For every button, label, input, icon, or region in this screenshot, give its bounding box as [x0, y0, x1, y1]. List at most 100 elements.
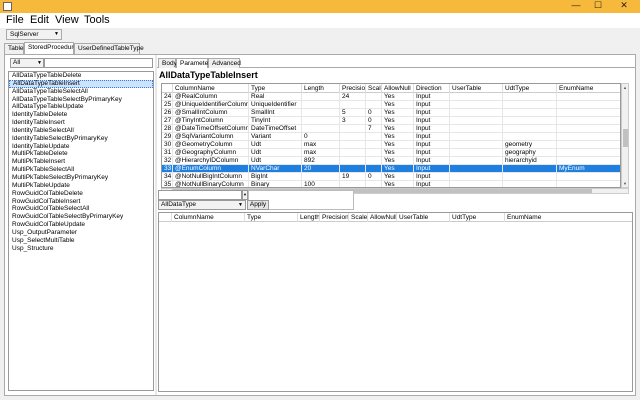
column-header[interactable]: UserTable: [397, 213, 450, 222]
table-cell[interactable]: Yes: [382, 133, 414, 141]
menu-file[interactable]: File: [6, 14, 24, 27]
column-header[interactable]: EnumName: [505, 213, 632, 222]
menu-tools[interactable]: Tools: [84, 14, 110, 27]
table-cell[interactable]: [503, 181, 557, 187]
list-item[interactable]: Usp_Structure: [9, 245, 153, 253]
list-item[interactable]: MultiPkTableInsert: [9, 158, 153, 166]
table-cell[interactable]: [366, 141, 382, 149]
table-cell[interactable]: @GeometryColumn: [173, 141, 249, 149]
tab-stored-procedure[interactable]: StoredProcedure: [24, 42, 77, 54]
table-cell[interactable]: [450, 133, 503, 141]
list-item[interactable]: RowGuidColTableSelectByPrimaryKey: [9, 213, 153, 221]
table-cell[interactable]: [302, 101, 340, 109]
table-cell[interactable]: Input: [414, 181, 450, 187]
table-cell[interactable]: 5: [340, 109, 366, 117]
column-header[interactable]: Type: [249, 84, 302, 93]
table-cell[interactable]: @GeographyColumn: [173, 149, 249, 157]
close-button[interactable]: ✕: [610, 0, 638, 11]
table-cell[interactable]: NVarChar: [249, 165, 302, 173]
list-item[interactable]: IdentityTableDelete: [9, 111, 153, 119]
list-item[interactable]: AllDataTypeTableInsert: [9, 79, 153, 88]
table-cell[interactable]: [340, 133, 366, 141]
table-cell[interactable]: Yes: [382, 173, 414, 181]
table-cell[interactable]: MyEnum: [557, 165, 620, 173]
column-header[interactable]: Scale: [366, 84, 382, 93]
list-item[interactable]: MultiPkTableSelectAll: [9, 166, 153, 174]
table-cell[interactable]: Input: [414, 117, 450, 125]
table-cell[interactable]: Input: [414, 93, 450, 101]
table-cell[interactable]: [450, 157, 503, 165]
table-cell[interactable]: 30: [162, 141, 173, 149]
table-cell[interactable]: Input: [414, 141, 450, 149]
search-input[interactable]: [44, 58, 153, 68]
tab-user-defined-table-type[interactable]: UserDefinedTableType: [74, 43, 144, 54]
column-header[interactable]: AllowNull: [382, 84, 414, 93]
table-cell[interactable]: [450, 109, 503, 117]
table-cell[interactable]: Input: [414, 157, 450, 165]
table-row[interactable]: 35 @NotNullBinaryColumn Binary 100 Yes Input: [162, 181, 620, 187]
vertical-scrollbar[interactable]: ▲ ▼: [621, 83, 629, 188]
table-cell[interactable]: 20: [302, 165, 340, 173]
list-item[interactable]: AllDataTypeTableUpdate: [9, 103, 153, 111]
column-header[interactable]: ColumnName: [172, 213, 245, 222]
scroll-thumb[interactable]: [623, 129, 628, 147]
table-cell[interactable]: [557, 117, 620, 125]
table-cell[interactable]: 0: [302, 133, 340, 141]
table-cell[interactable]: 27: [162, 117, 173, 125]
table-row[interactable]: 27 @TinyIntColumn TinyInt 3 0 Yes Input: [162, 117, 620, 125]
table-cell[interactable]: [503, 93, 557, 101]
table-cell[interactable]: 28: [162, 125, 173, 133]
table-cell[interactable]: Udt: [249, 141, 302, 149]
table-cell[interactable]: 892: [302, 157, 340, 165]
table-cell[interactable]: UniqueIdentifier: [249, 101, 302, 109]
table-row[interactable]: 26 @SmallIntColumn SmallInt 5 0 Yes Input: [162, 109, 620, 117]
list-item[interactable]: Usp_SelectMultiTable: [9, 237, 153, 245]
table-cell[interactable]: [557, 181, 620, 187]
table-cell[interactable]: 34: [162, 173, 173, 181]
table-cell[interactable]: 7: [366, 125, 382, 133]
column-header[interactable]: [159, 213, 172, 222]
table-cell[interactable]: [557, 149, 620, 157]
table-cell[interactable]: 3: [340, 117, 366, 125]
apply-button[interactable]: Apply: [247, 200, 269, 210]
table-cell[interactable]: Input: [414, 173, 450, 181]
list-item[interactable]: MultiPkTableDelete: [9, 150, 153, 158]
tab-advanced[interactable]: Advanced: [208, 58, 241, 68]
table-cell[interactable]: [340, 125, 366, 133]
list-item[interactable]: MultiPkTableUpdate: [9, 182, 153, 190]
table-row[interactable]: 33 @EnumColumn NVarChar 20 Yes Input MyEnum: [162, 165, 620, 173]
table-cell[interactable]: Yes: [382, 125, 414, 133]
table-cell[interactable]: @SqlVariantColumn: [173, 133, 249, 141]
list-item[interactable]: Usp_OutputParameter: [9, 229, 153, 237]
table-cell[interactable]: [503, 125, 557, 133]
table-cell[interactable]: Yes: [382, 149, 414, 157]
list-item[interactable]: RowGuidColTableSelectAll: [9, 205, 153, 213]
list-item[interactable]: MultiPkTableSelectByPrimaryKey: [9, 174, 153, 182]
table-cell[interactable]: Udt: [249, 149, 302, 157]
table-cell[interactable]: [503, 173, 557, 181]
table-cell[interactable]: [302, 93, 340, 101]
table-cell[interactable]: geometry: [503, 141, 557, 149]
table-cell[interactable]: 19: [340, 173, 366, 181]
table-cell[interactable]: Yes: [382, 165, 414, 173]
table-cell[interactable]: [503, 109, 557, 117]
column-header[interactable]: UdtType: [503, 84, 557, 93]
table-row[interactable]: 29 @SqlVariantColumn Variant 0 Yes Input: [162, 133, 620, 141]
table-cell[interactable]: Yes: [382, 157, 414, 165]
table-cell[interactable]: [557, 125, 620, 133]
table-cell[interactable]: geography: [503, 149, 557, 157]
table-cell[interactable]: [450, 181, 503, 187]
table-cell[interactable]: [366, 181, 382, 187]
column-header[interactable]: Length: [302, 84, 340, 93]
list-item[interactable]: RowGuidColTableUpdate: [9, 221, 153, 229]
table-cell[interactable]: @UniqueIdentifierColumn: [173, 101, 249, 109]
table-cell[interactable]: [557, 93, 620, 101]
procedure-list[interactable]: AllDataTypeTableDelete AllDataTypeTableIn…: [8, 71, 154, 391]
column-header[interactable]: Direction: [414, 84, 450, 93]
table-cell[interactable]: [450, 141, 503, 149]
table-cell[interactable]: Udt: [249, 157, 302, 165]
column-header[interactable]: Precision: [320, 213, 349, 222]
list-item[interactable]: IdentityTableUpdate: [9, 143, 153, 151]
table-cell[interactable]: max: [302, 141, 340, 149]
table-cell[interactable]: [340, 141, 366, 149]
